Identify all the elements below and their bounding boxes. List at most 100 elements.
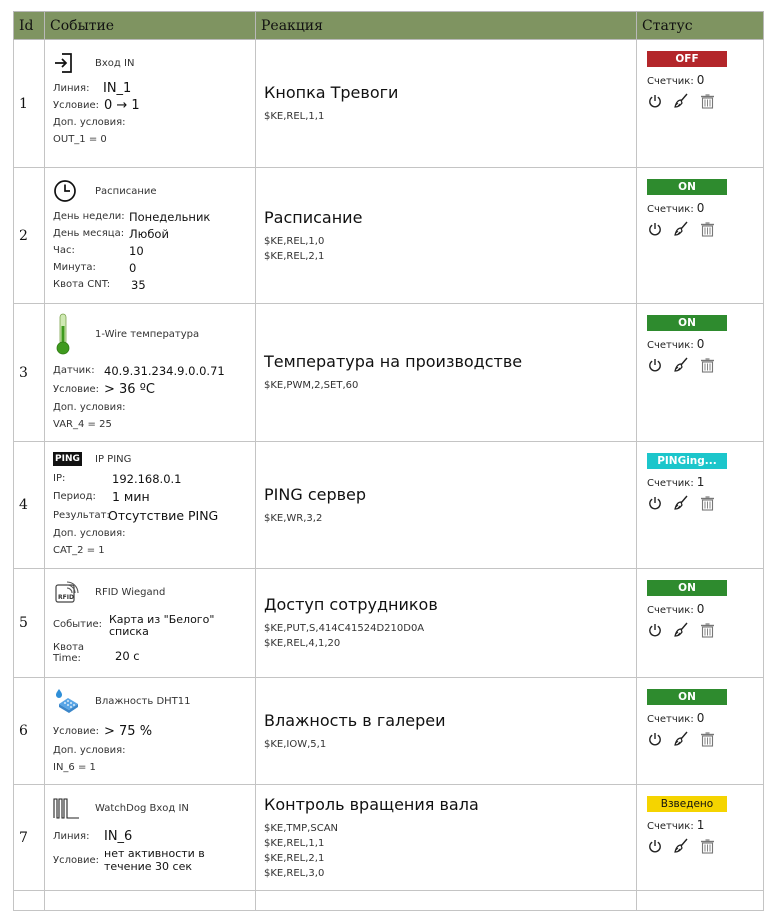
power-icon[interactable] (647, 622, 663, 638)
broom-reset-icon[interactable] (673, 93, 689, 109)
broom-reset-icon[interactable] (673, 221, 689, 237)
counter-value: 0 (696, 73, 705, 87)
power-icon[interactable] (647, 221, 663, 237)
table-header-row: Id Событие Реакция Статус (13, 11, 764, 40)
reaction-title: Расписание (264, 207, 363, 227)
reaction-command: $KE,REL,4,1,20 (264, 638, 341, 649)
event-param-label: Час: (53, 245, 75, 256)
event-param-value: Карта из "Белого" списка (109, 613, 215, 638)
event-param-value: 40.9.31.234.9.0.0.71 (104, 363, 225, 378)
counter: Счетчик: 0 (647, 201, 763, 215)
event-param-label: Условие: (53, 383, 100, 395)
reaction-command: $KE,REL,3,0 (264, 867, 325, 879)
reaction-cell: Кнопка Тревоги $KE,REL,1,1 (255, 39, 637, 168)
event-param-label: Квота CNT: (53, 279, 111, 290)
event-param-value: Отсутствие PING (108, 508, 219, 523)
counter-value: 0 (696, 602, 705, 616)
extra-conditions-label: Доп. условия: (53, 528, 126, 539)
status-cell: Взведено Счетчик: 1 (636, 784, 764, 891)
table-row[interactable]: 7 WatchDog Вход IN Линия: IN_6 Условие: не… (13, 784, 764, 891)
event-type-name: 1-Wire температура (95, 328, 200, 340)
ping-icon-label: PING (53, 452, 82, 466)
power-icon[interactable] (647, 838, 663, 854)
extra-conditions-label: Доп. условия: (53, 745, 126, 756)
trash-icon[interactable] (699, 838, 715, 854)
table-row[interactable]: 5 RFID RFID Wiegand Событие: Карта из "Бе… (13, 568, 764, 678)
counter: Счетчик: 0 (647, 602, 763, 616)
status-cell: ON Счетчик: 0 (636, 167, 764, 304)
event-type-name: IP PING (95, 453, 132, 465)
reaction-cell: Влажность в галереи $KE,IOW,5,1 (255, 677, 637, 785)
clock-icon (53, 177, 83, 205)
reaction-command: $KE,REL,1,1 (264, 111, 325, 122)
reaction-title: Доступ сотрудников (264, 595, 438, 614)
power-icon[interactable] (647, 357, 663, 373)
table-row[interactable]: 2 Расписание День недели: Понедельник Ден… (13, 167, 764, 304)
event-param-value: 0 → 1 (104, 98, 140, 113)
trash-icon[interactable] (699, 495, 715, 511)
column-header-status[interactable]: Статус (636, 11, 764, 40)
status-badge: ON (647, 315, 727, 331)
trash-icon[interactable] (699, 357, 715, 373)
row-id: 4 (13, 441, 45, 569)
event-param-value: нет активности в течение 30 сек (104, 847, 205, 873)
counter: Счетчик: 0 (647, 711, 763, 725)
extra-conditions-value: VAR_4 = 25 (53, 419, 112, 430)
extra-conditions-value: OUT_1 = 0 (53, 134, 107, 145)
table-row[interactable]: 4 PING IP PING IP: 192.168.0.1 Период: 1 м… (13, 441, 764, 569)
counter-label: Счетчик: (647, 340, 694, 351)
event-param-value: IN_1 (103, 81, 132, 96)
broom-reset-icon[interactable] (673, 357, 689, 373)
event-param-label: День недели: (53, 211, 125, 222)
status-badge: OFF (647, 51, 727, 67)
trash-icon[interactable] (699, 731, 715, 747)
status-cell (636, 890, 764, 911)
event-param-value: 192.168.0.1 (112, 471, 182, 486)
reaction-cell: Контроль вращения вала $KE,TMP,SCAN $KE,… (255, 784, 637, 891)
table-row[interactable]: 6 Влажность DHT11 Условие: > 75 % Доп. ус… (13, 677, 764, 785)
event-cell: WatchDog Вход IN Линия: IN_6 Условие: нет … (44, 784, 256, 891)
event-param-label: Условие: (53, 854, 100, 866)
event-param-value: IN_6 (104, 828, 133, 844)
trash-icon[interactable] (699, 93, 715, 109)
event-param-value: > 75 % (104, 723, 153, 739)
trash-icon[interactable] (699, 622, 715, 638)
status-badge: Взведено (647, 796, 727, 812)
counter: Счетчик: 1 (647, 475, 763, 489)
power-icon[interactable] (647, 731, 663, 747)
extra-conditions-value: IN_6 = 1 (53, 762, 96, 773)
status-cell: ON Счетчик: 0 (636, 677, 764, 785)
event-param-label: Линия: (53, 83, 90, 94)
broom-reset-icon[interactable] (673, 495, 689, 511)
column-header-id[interactable]: Id (13, 11, 45, 40)
reaction-cell: Доступ сотрудников $KE,PUT,S,414C41524D2… (255, 568, 637, 678)
broom-reset-icon[interactable] (673, 838, 689, 854)
trash-icon[interactable] (699, 221, 715, 237)
reaction-title: PING сервер (264, 484, 367, 504)
event-param-value: 10 (129, 243, 144, 258)
reaction-cell: Температура на производстве $KE,PWM,2,SE… (255, 303, 637, 442)
table-row[interactable]: 3 1-Wire температура Датчик: 40.9.31.234.… (13, 303, 764, 442)
event-param-value: > 36 ºC (104, 381, 155, 397)
column-header-event[interactable]: Событие (44, 11, 256, 40)
column-header-reaction[interactable]: Реакция (255, 11, 637, 40)
power-icon[interactable] (647, 93, 663, 109)
broom-reset-icon[interactable] (673, 731, 689, 747)
table-row[interactable] (13, 890, 764, 911)
power-icon[interactable] (647, 495, 663, 511)
reaction-cell: PING сервер $KE,WR,3,2 (255, 441, 637, 569)
event-type-name: RFID Wiegand (95, 586, 166, 598)
event-param-value: 0 (129, 260, 137, 275)
counter: Счетчик: 0 (647, 73, 763, 87)
broom-reset-icon[interactable] (673, 622, 689, 638)
counter: Счетчик: 0 (647, 337, 763, 351)
table-row[interactable]: 1 Вход IN Линия: IN_1 Условие: 0 → 1 Доп. … (13, 39, 764, 168)
reaction-title: Кнопка Тревоги (264, 83, 399, 102)
event-param-label: День месяца: (53, 228, 125, 239)
reaction-command: $KE,PWM,2,SET,60 (264, 380, 359, 391)
event-cell: Вход IN Линия: IN_1 Условие: 0 → 1 Доп. ус… (44, 39, 256, 168)
reaction-command: $KE,REL,2,1 (264, 250, 325, 262)
reaction-command: $KE,PUT,S,414C41524D210D0A (264, 623, 425, 634)
row-id: 7 (13, 784, 45, 891)
event-param-value: 1 мин (112, 489, 150, 504)
